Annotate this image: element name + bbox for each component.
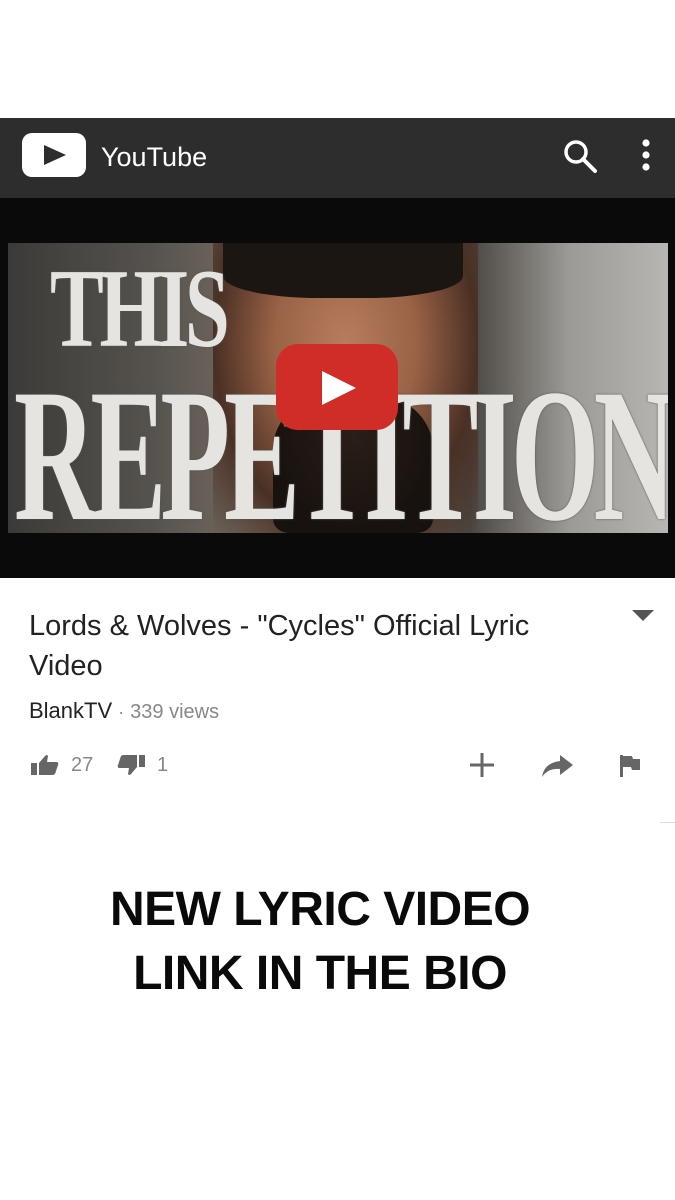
channel-name[interactable]: BlankTV xyxy=(29,698,112,723)
divider xyxy=(660,822,675,823)
promo-text: NEW LYRIC VIDEO LINK IN THE BIO xyxy=(0,878,640,1006)
thumbs-up-icon[interactable] xyxy=(30,753,60,782)
youtube-logo-icon[interactable] xyxy=(22,133,86,177)
expand-description-icon[interactable] xyxy=(630,608,656,624)
flag-icon[interactable] xyxy=(618,753,642,784)
add-to-playlist-icon[interactable] xyxy=(468,751,496,784)
more-vert-icon[interactable] xyxy=(634,136,658,176)
video-player[interactable]: THIS REPETITION xyxy=(0,198,675,578)
view-count: 339 views xyxy=(130,701,220,723)
dislike-count: 1 xyxy=(157,754,169,776)
thumbs-down-icon[interactable] xyxy=(116,753,146,782)
search-icon[interactable] xyxy=(562,138,598,174)
play-button[interactable] xyxy=(276,344,398,430)
like-count: 27 xyxy=(71,754,94,776)
video-title: Lords & Wolves - "Cycles" Official Lyric… xyxy=(29,610,530,682)
meta-separator: · xyxy=(118,702,125,722)
thumbnail-hair xyxy=(223,243,463,298)
app-header: YouTube xyxy=(0,118,675,198)
share-icon[interactable] xyxy=(540,753,574,784)
action-bar: 27 1 xyxy=(0,745,675,785)
app-title: YouTube xyxy=(101,142,208,172)
promo-line-1: NEW LYRIC VIDEO xyxy=(109,883,531,936)
promo-line-2: LINK IN THE BIO xyxy=(133,947,507,1000)
video-meta: BlankTV · 339 views xyxy=(29,698,219,724)
